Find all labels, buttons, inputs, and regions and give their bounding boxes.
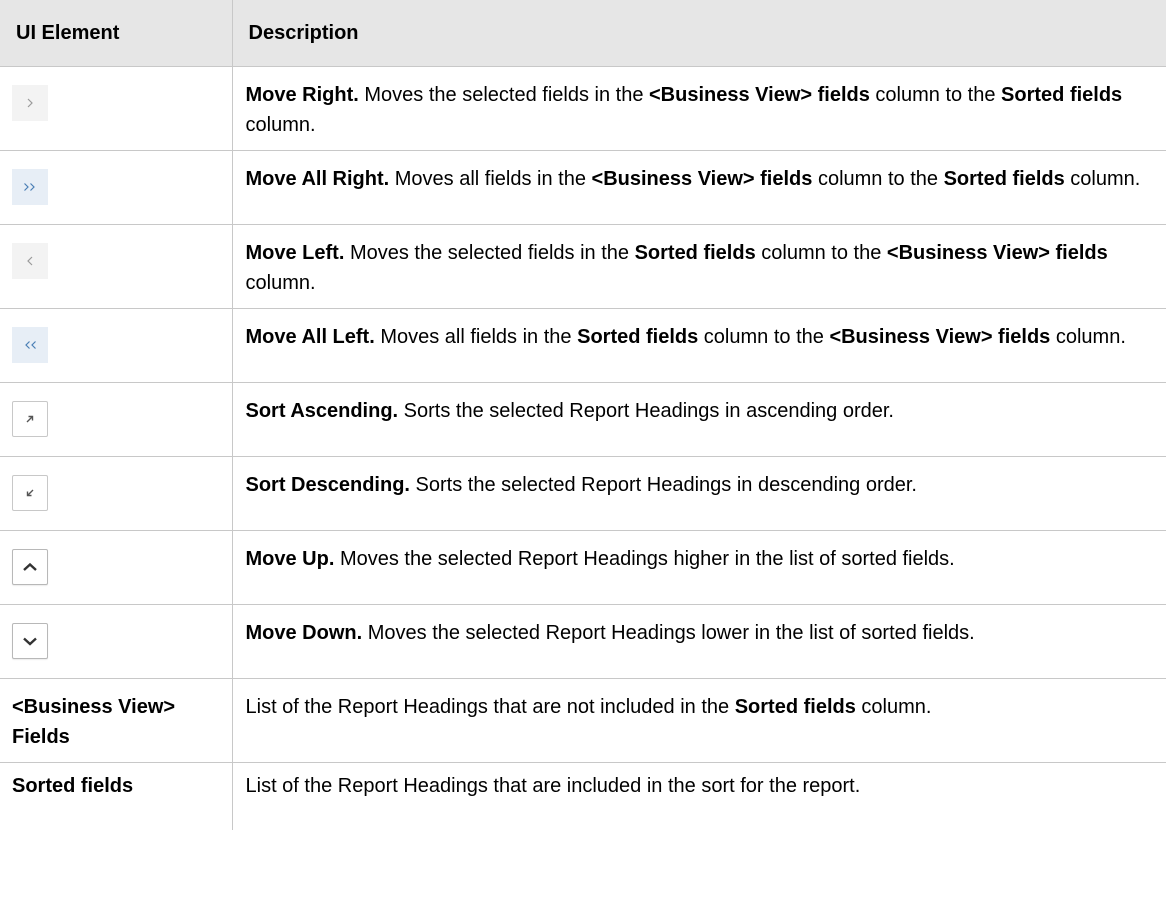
- chevron-right-icon: [12, 85, 48, 121]
- ui-element-cell: [0, 150, 233, 225]
- description-cell: Sort Descending. Sorts the selected Repo…: [231, 456, 1166, 531]
- description-cell: List of the Report Headings that are not…: [231, 678, 1166, 763]
- description-text: column to the: [698, 326, 830, 348]
- description-text: column.: [245, 114, 316, 136]
- field-reference: <Business View> fields: [886, 242, 1108, 264]
- description-cell: List of the Report Headings that are inc…: [231, 762, 1166, 830]
- ui-element-cell: [0, 530, 233, 605]
- description-text: column.: [855, 696, 932, 718]
- description-text: Sorts the selected Report Headings in as…: [398, 400, 894, 422]
- description-text: Moves all fields in the: [389, 168, 592, 190]
- ui-element-cell: [0, 224, 233, 309]
- field-reference: Sorted fields: [1001, 84, 1123, 106]
- description-cell: Sort Ascending. Sorts the selected Repor…: [231, 382, 1166, 457]
- header-description: Description: [231, 0, 1166, 67]
- field-reference: <Business View> fields: [591, 168, 813, 190]
- description-cell: Move All Left. Moves all fields in the S…: [231, 308, 1166, 383]
- description-text: column to the: [812, 168, 944, 190]
- table-row: <Business View> Fields List of the Repor…: [0, 678, 1166, 763]
- ui-element-cell: [0, 456, 233, 531]
- ui-element-cell: [0, 66, 233, 151]
- sort-ascending-icon: [12, 401, 48, 437]
- table-row: Sort Ascending. Sorts the selected Repor…: [0, 382, 1166, 457]
- description-text: List of the Report Headings that are inc…: [245, 775, 861, 797]
- table-row: Move Up. Moves the selected Report Headi…: [0, 530, 1166, 605]
- element-title: Move Up.: [245, 548, 335, 570]
- description-cell: Move Right. Moves the selected fields in…: [231, 66, 1166, 151]
- header-ui-element: UI Element: [0, 0, 233, 67]
- double-chevron-right-icon: [12, 169, 48, 205]
- element-title: Move All Left.: [245, 326, 375, 348]
- table-row: Move Down. Moves the selected Report Hea…: [0, 604, 1166, 679]
- field-reference: <Business View> fields: [829, 326, 1051, 348]
- description-text: column.: [1064, 168, 1141, 190]
- description-text: Moves the selected Report Headings highe…: [334, 548, 955, 570]
- element-title: Move Down.: [245, 622, 363, 644]
- ui-element-cell: [0, 382, 233, 457]
- description-text: Moves all fields in the: [374, 326, 578, 348]
- description-cell: Move Left. Moves the selected fields in …: [231, 224, 1166, 309]
- ui-element-cell: [0, 604, 233, 679]
- description-text: column to the: [755, 242, 887, 264]
- table-row: Sort Descending. Sorts the selected Repo…: [0, 456, 1166, 531]
- description-text: Sorts the selected Report Headings in de…: [409, 474, 917, 496]
- element-title: Move Right.: [245, 84, 359, 106]
- ui-elements-table: UI Element Description Move Right. Moves…: [0, 0, 1166, 830]
- description-cell: Move Down. Moves the selected Report Hea…: [231, 604, 1166, 679]
- description-text: column.: [245, 272, 316, 294]
- field-reference: <Business View> fields: [649, 84, 870, 106]
- field-reference: Sorted fields: [634, 242, 756, 264]
- field-reference: Sorted fields: [943, 168, 1065, 190]
- table-row: Move Right. Moves the selected fields in…: [0, 66, 1166, 151]
- description-cell: Move Up. Moves the selected Report Headi…: [231, 530, 1166, 605]
- ui-element-cell: [0, 308, 233, 383]
- chevron-up-icon: [12, 549, 48, 585]
- element-title: Move Left.: [245, 242, 345, 264]
- chevron-down-icon: [12, 623, 48, 659]
- table-row: Sorted fields List of the Report Heading…: [0, 762, 1166, 830]
- table-row: Move All Left. Moves all fields in the S…: [0, 308, 1166, 383]
- description-text: Moves the selected Report Headings lower…: [362, 622, 975, 644]
- element-title: Move All Right.: [245, 168, 390, 190]
- table-row: Move All Right. Moves all fields in the …: [0, 150, 1166, 225]
- description-text: column.: [1050, 326, 1126, 348]
- chevron-left-icon: [12, 243, 48, 279]
- description-text: List of the Report Headings that are not…: [245, 696, 735, 718]
- field-reference: Sorted fields: [577, 326, 699, 348]
- ui-element-label: <Business View> Fields: [0, 678, 233, 763]
- element-title: Sort Descending.: [245, 474, 410, 496]
- description-text: Moves the selected fields in the: [358, 84, 649, 106]
- table-row: Move Left. Moves the selected fields in …: [0, 224, 1166, 309]
- double-chevron-left-icon: [12, 327, 48, 363]
- table-header-row: UI Element Description: [0, 0, 1166, 67]
- sort-descending-icon: [12, 475, 48, 511]
- field-reference: Sorted fields: [734, 696, 856, 718]
- element-title: Sort Ascending.: [245, 400, 399, 422]
- description-cell: Move All Right. Moves all fields in the …: [231, 150, 1166, 225]
- description-text: Moves the selected fields in the: [344, 242, 635, 264]
- ui-element-label: Sorted fields: [0, 762, 233, 830]
- description-text: column to the: [869, 84, 1002, 106]
